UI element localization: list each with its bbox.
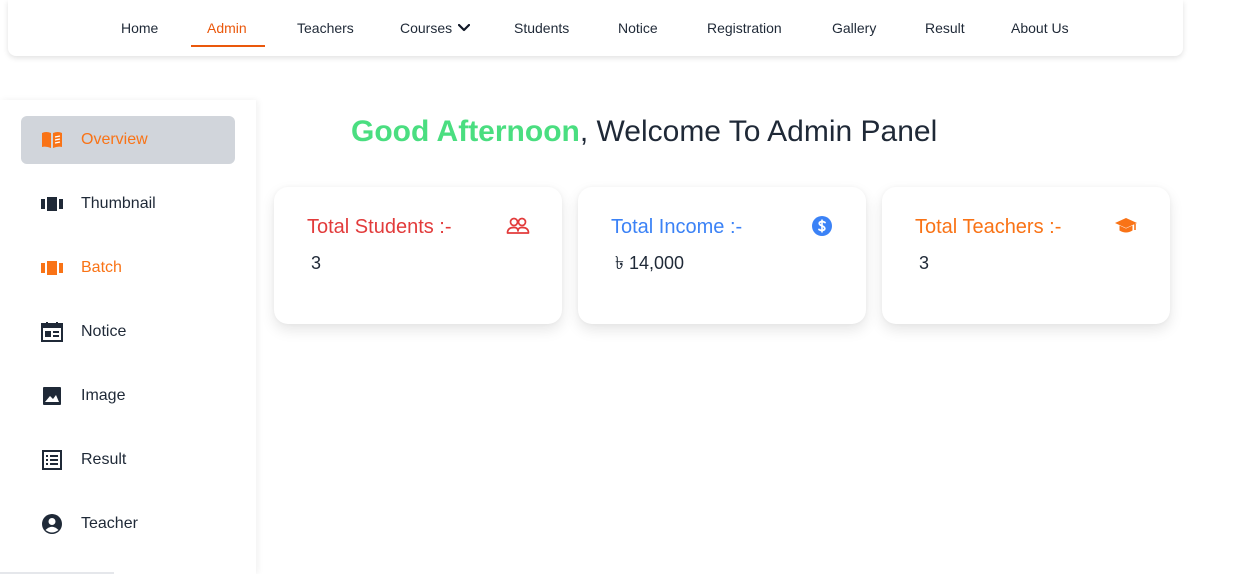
nav-courses-label: Courses [400,20,453,36]
welcome-heading: Good Afternoon, Welcome To Admin Panel [351,112,937,152]
sidebar-item-image[interactable]: Image [21,372,235,420]
dollar-coin-icon [812,216,832,236]
carousel-icon [41,261,63,275]
sidebar-label-image: Image [81,387,126,404]
nav-registration[interactable]: Registration [707,0,782,48]
greeting-highlight: Good Afternoon [351,115,580,148]
nav-courses[interactable]: Courses [400,0,471,48]
top-navigation: Home Admin Teachers Courses Students Not… [8,0,1183,56]
card-value: ৳ 14,000 [615,253,685,273]
sidebar-label-result: Result [81,451,127,468]
users-icon [506,217,530,234]
sidebar-item-notice[interactable]: Notice [21,308,235,356]
sidebar-label-overview: Overview [81,131,148,148]
card-title: Total Teachers :- [915,216,1062,238]
nav-result[interactable]: Result [925,0,965,48]
sidebar-item-result[interactable]: Result [21,436,235,484]
sidebar-item-overview[interactable]: Overview [21,116,235,164]
calendar-icon [41,322,63,342]
total-teachers-card: Total Teachers :- 3 [882,187,1170,324]
greeting-text: , Welcome To Admin Panel [579,115,938,148]
total-income-card: Total Income :- ৳ 14,000 [578,187,866,324]
image-icon [43,387,61,405]
nav-notice[interactable]: Notice [618,0,658,48]
carousel-icon [41,197,63,211]
nav-admin[interactable]: Admin [207,0,247,48]
nav-gallery[interactable]: Gallery [832,0,876,48]
card-value: 3 [919,253,930,273]
chevron-down-icon [458,23,471,31]
card-value: 3 [311,253,322,273]
total-students-card: Total Students :- 3 [274,187,562,324]
card-title: Total Students :- [307,216,452,238]
nav-home[interactable]: Home [121,0,158,48]
nav-about-us[interactable]: About Us [1011,0,1069,48]
nav-teachers[interactable]: Teachers [297,0,354,48]
book-open-icon [42,132,62,148]
sidebar-item-batch[interactable]: Batch [21,244,235,292]
sidebar-label-batch: Batch [81,259,122,276]
sidebar-label-thumbnail: Thumbnail [81,195,156,212]
sidebar-label-notice: Notice [81,323,127,340]
sidebar-item-thumbnail[interactable]: Thumbnail [21,180,235,228]
user-circle-icon [42,514,62,534]
sidebar-item-teacher[interactable]: Teacher [21,500,235,548]
sidebar-label-teacher: Teacher [81,515,138,532]
nav-active-underline [191,45,265,47]
nav-students[interactable]: Students [514,0,569,48]
list-icon [42,450,62,470]
graduation-cap-icon [1115,218,1137,233]
card-title: Total Income :- [611,216,743,238]
